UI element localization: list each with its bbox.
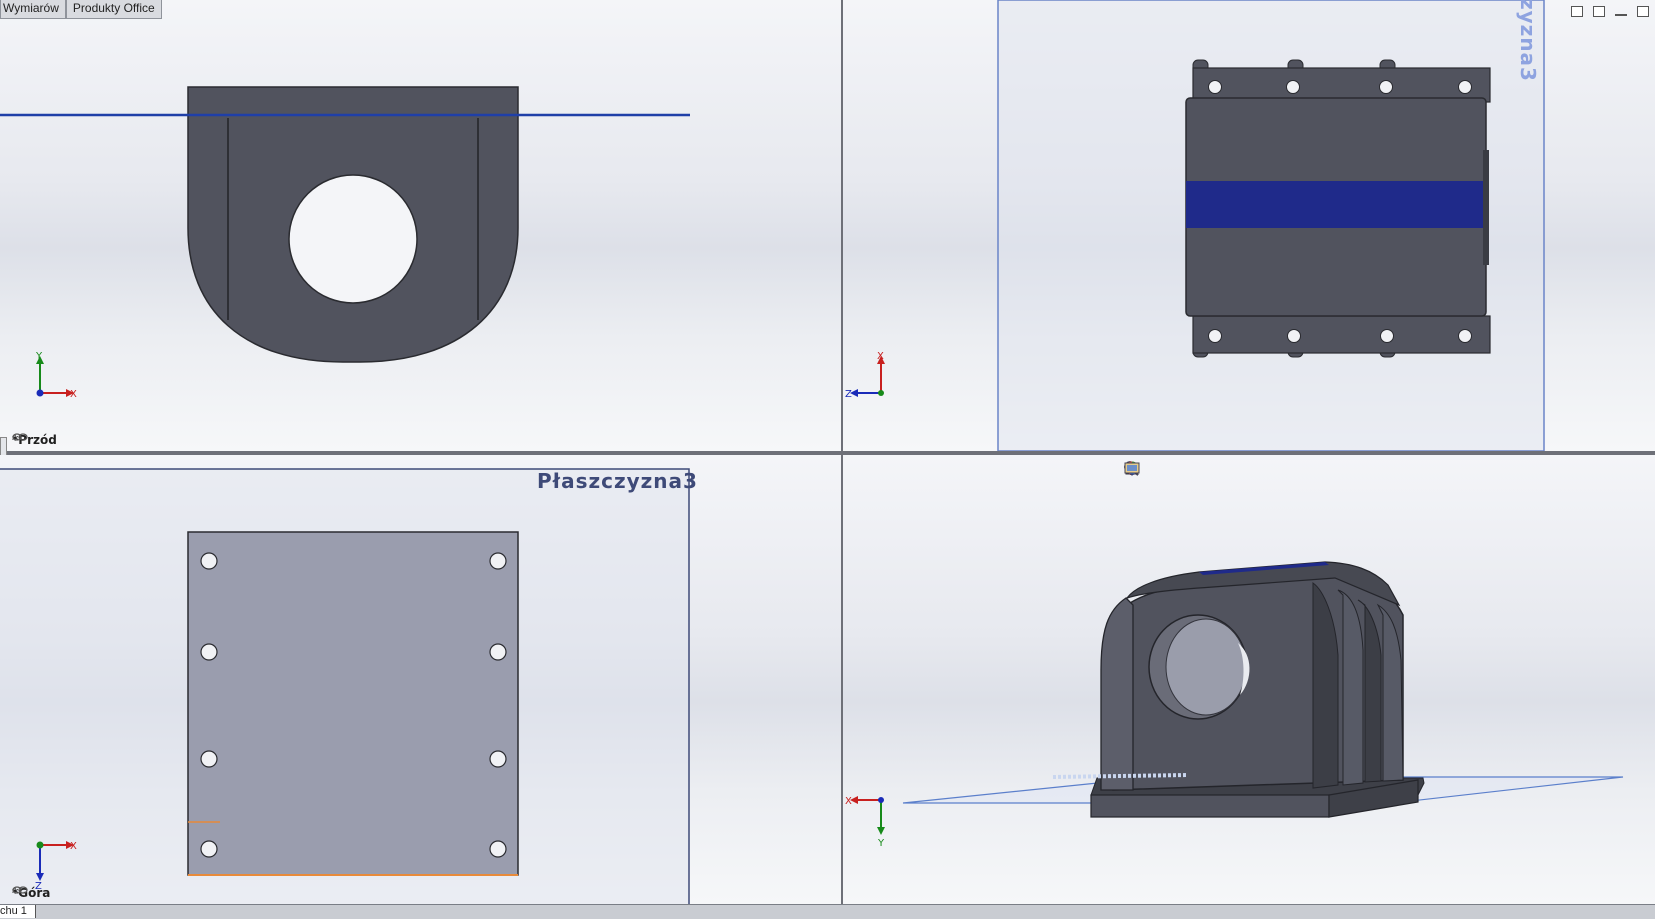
base-plate-front [1090,794,1330,818]
selected-face [1186,181,1486,228]
link-view-icon [12,433,28,441]
minimize-icon[interactable] [1615,6,1627,16]
axis-z-label: Z [845,389,852,400]
part-bore-hole [288,174,418,304]
viewport-top[interactable]: X Z Płaszczyzna3 *Góra [0,455,841,904]
axis-y-label: Y [35,351,43,362]
axis-y-label: Y [877,838,885,849]
top-view-graphic: X Z [0,468,690,904]
axis-x-label: X [70,841,77,852]
command-tabs: Wymiarów Produkty Office [0,0,162,19]
front-view-graphic: Y X [0,86,690,400]
sheet-tab[interactable]: chu 1 [0,905,36,918]
tab-dimensions[interactable]: Wymiarów [0,0,66,19]
plane-label-right: zyzna3 [1516,0,1540,82]
viewport-right[interactable]: X Z zyzna3 [843,0,1655,451]
isometric-view-graphic: X Y [845,561,1624,849]
bottom-flange [1192,315,1491,354]
plane-label-top: Płaszczyzna3 [537,469,698,493]
view-label-front: *Przód [12,433,57,447]
tab-office-products[interactable]: Produkty Office [65,0,162,19]
view-label-top: *Góra [12,886,50,900]
viewport-front[interactable]: Wymiarów Produkty Office Y X *Przód [0,0,841,451]
axis-x-label: X [845,796,852,807]
part-top-face [187,531,519,876]
axis-x-label: X [877,351,884,362]
bottom-sheet-bar: chu 1 [0,904,1655,919]
tile-vertical-icon[interactable] [1593,6,1605,17]
viewport-isometric[interactable]: X Y [843,455,1655,904]
tile-horizontal-icon[interactable] [1571,6,1583,17]
bore-inner [1165,618,1247,716]
axis-x-label: X [70,389,77,400]
housing-front-edge [1100,597,1134,791]
window-controls [1571,6,1649,17]
link-view-icon [12,886,28,894]
restore-icon[interactable] [1637,6,1649,17]
top-flange [1192,67,1491,103]
